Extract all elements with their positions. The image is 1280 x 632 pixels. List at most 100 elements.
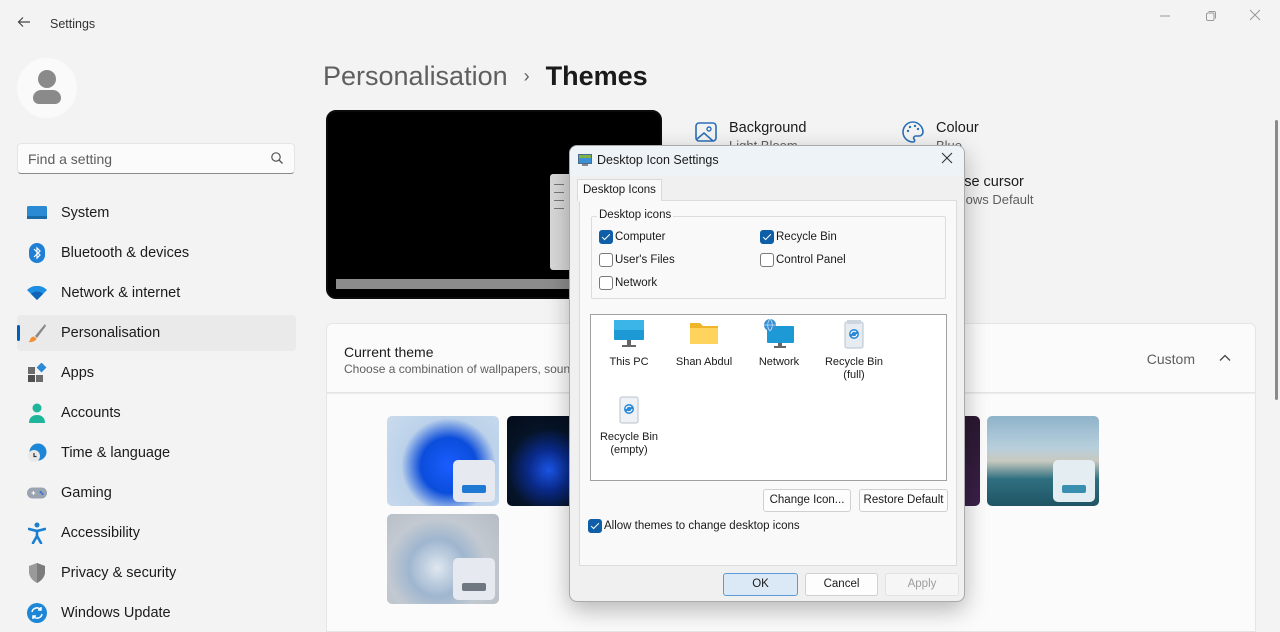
- allow-themes-checkbox[interactable]: Allow themes to change desktop icons: [588, 519, 800, 533]
- sidebar-item-personalisation[interactable]: Personalisation: [17, 315, 296, 351]
- desktop-icon-settings-dialog: Desktop Icon Settings Desktop Icons Desk…: [569, 145, 965, 602]
- sidebar-item-label: Accounts: [61, 405, 121, 421]
- page-title: Themes: [545, 60, 648, 91]
- main-scrollbar[interactable]: [1275, 120, 1278, 400]
- sidebar-item-gaming[interactable]: Gaming: [17, 475, 296, 511]
- checkbox-label: Allow themes to change desktop icons: [604, 520, 800, 532]
- close-icon: [1249, 9, 1261, 21]
- sidebar-item-system[interactable]: System: [17, 195, 296, 231]
- theme-tile[interactable]: [387, 416, 499, 506]
- breadcrumb-separator-icon: ›: [523, 65, 530, 86]
- theme-tile[interactable]: [387, 514, 499, 604]
- theme-accent-bar: [1062, 485, 1086, 493]
- icon-item-this-pc[interactable]: This PC: [591, 317, 667, 369]
- sidebar-item-label: Accessibility: [61, 525, 140, 541]
- checkbox-box[interactable]: [599, 276, 613, 290]
- breadcrumb-parent[interactable]: Personalisation: [323, 61, 508, 92]
- checkbox-box[interactable]: [588, 519, 602, 533]
- checkbox-label: Computer: [615, 231, 666, 243]
- system-icon: [27, 203, 47, 223]
- avatar-head: [38, 70, 56, 88]
- ok-button[interactable]: OK: [723, 573, 798, 596]
- recycle-bin-checkbox[interactable]: Recycle Bin: [760, 230, 837, 244]
- checkbox-label: Network: [615, 277, 658, 289]
- theme-accent-bar: [462, 485, 486, 493]
- control-panel-checkbox[interactable]: Control Panel: [760, 253, 846, 267]
- image-icon: [695, 122, 717, 142]
- sidebar-item-network[interactable]: Network & internet: [17, 275, 296, 311]
- users-files-checkbox[interactable]: User's Files: [599, 253, 675, 267]
- close-icon: [941, 152, 953, 164]
- current-theme-value: Custom: [1146, 351, 1195, 367]
- icon-label-sub: (full): [843, 369, 865, 381]
- sidebar-item-accounts[interactable]: Accounts: [17, 395, 296, 431]
- minimize-icon: [1160, 15, 1170, 17]
- sidebar-item-label: Gaming: [61, 485, 112, 501]
- search-box[interactable]: [17, 143, 295, 174]
- minimize-button[interactable]: [1150, 8, 1180, 26]
- back-button[interactable]: [14, 14, 34, 34]
- sidebar-item-label: Time & language: [61, 445, 171, 461]
- wifi-icon: [27, 283, 47, 303]
- sidebar-item-windows-update[interactable]: Windows Update: [17, 595, 296, 631]
- sidebar-item-bluetooth[interactable]: Bluetooth & devices: [17, 235, 296, 271]
- dialog-title-bar[interactable]: Desktop Icon Settings: [570, 146, 964, 176]
- close-window-button[interactable]: [1240, 8, 1270, 26]
- back-arrow-icon: [17, 17, 30, 27]
- title-bar: Settings: [0, 0, 1280, 48]
- search-input[interactable]: [18, 144, 258, 173]
- dialog-close-button[interactable]: [938, 151, 956, 169]
- update-icon: [27, 603, 47, 623]
- user-avatar[interactable]: [17, 58, 77, 118]
- recycle-bin-full-icon: [844, 320, 864, 349]
- restore-button[interactable]: [1196, 8, 1226, 26]
- sidebar-item-label: Bluetooth & devices: [61, 245, 190, 261]
- checkbox-box[interactable]: [599, 253, 613, 267]
- change-icon-button[interactable]: Change Icon...: [763, 489, 851, 512]
- checkbox-box[interactable]: [760, 230, 774, 244]
- sidebar-item-time-language[interactable]: Time & language: [17, 435, 296, 471]
- sidebar-item-label: Personalisation: [61, 325, 161, 341]
- sidebar-item-label: Network & internet: [61, 285, 181, 301]
- theme-tile[interactable]: [507, 416, 577, 506]
- breadcrumb: Personalisation › Themes: [323, 58, 648, 94]
- tab-desktop-icons[interactable]: Desktop Icons: [577, 179, 662, 201]
- desktop-icons-group: Desktop icons Computer Recycle Bin User'…: [591, 209, 946, 299]
- icon-item-user-folder[interactable]: Shan Abdul: [666, 317, 742, 369]
- chevron-up-icon[interactable]: [1217, 350, 1233, 366]
- icon-item-recycle-bin-empty[interactable]: Recycle Bin (empty): [591, 392, 667, 457]
- icon-item-network[interactable]: Network: [741, 317, 817, 369]
- icon-label: Recycle Bin: [599, 431, 659, 443]
- desktop-settings-icon: [578, 154, 592, 166]
- computer-checkbox[interactable]: Computer: [599, 230, 666, 244]
- bluetooth-icon: [27, 243, 47, 263]
- accessibility-icon: [27, 522, 47, 544]
- folder-icon: [690, 323, 718, 344]
- theme-window-swatch: [453, 460, 495, 502]
- checkbox-label: Control Panel: [776, 254, 846, 266]
- desktop-icon-list[interactable]: This PC Shan Abdul Network Recycle Bin (…: [590, 314, 947, 481]
- icon-label-sub: (empty): [610, 444, 648, 456]
- sidebar-item-privacy[interactable]: Privacy & security: [17, 555, 296, 591]
- icon-item-recycle-bin-full[interactable]: Recycle Bin (full): [816, 317, 892, 382]
- checkbox-label: User's Files: [615, 254, 675, 266]
- brush-icon: [27, 323, 47, 343]
- apply-button[interactable]: Apply: [885, 573, 959, 596]
- checkbox-box[interactable]: [599, 230, 613, 244]
- sidebar-item-accessibility[interactable]: Accessibility: [17, 515, 296, 551]
- monitor-icon: [614, 320, 644, 347]
- icon-label: Recycle Bin: [824, 356, 884, 368]
- search-icon[interactable]: [270, 151, 284, 165]
- accounts-icon: [27, 403, 47, 423]
- checkbox-box[interactable]: [760, 253, 774, 267]
- network-checkbox[interactable]: Network: [599, 276, 657, 290]
- dialog-tab-panel: Desktop icons Computer Recycle Bin User'…: [579, 200, 957, 566]
- sidebar-item-apps[interactable]: Apps: [17, 355, 296, 391]
- time-language-icon: [27, 443, 47, 463]
- restore-default-button[interactable]: Restore Default: [859, 489, 948, 512]
- sidebar-item-label: Apps: [61, 365, 95, 381]
- cancel-button[interactable]: Cancel: [805, 573, 878, 596]
- shield-icon: [27, 563, 47, 583]
- avatar-body: [33, 90, 61, 104]
- theme-tile[interactable]: [987, 416, 1099, 506]
